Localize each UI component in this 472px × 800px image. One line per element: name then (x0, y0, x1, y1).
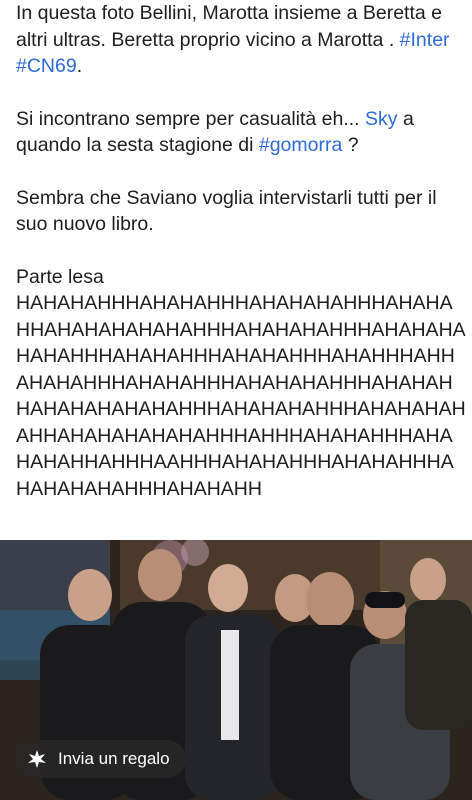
hashtag-cn69[interactable]: #CN69 (16, 55, 77, 77)
gift-icon (26, 748, 48, 770)
sky-link[interactable]: Sky (365, 108, 398, 130)
send-gift-label: Invia un regalo (58, 749, 170, 768)
post-text: In questa foto Bellini, Marotta insieme … (16, 0, 466, 502)
post-paragraph-2: Si incontrano sempre per casualità eh...… (16, 106, 466, 159)
send-gift-button[interactable]: Invia un regalo (14, 740, 186, 778)
post-text-1a: In questa foto Bellini, Marotta insieme … (16, 2, 442, 51)
post-text-laugh: HAHAHAHHHAHAHAHHHAHAHAHAHHHAHAHAHHAHAHAH… (16, 292, 466, 500)
post-paragraph-1: In questa foto Bellini, Marotta insieme … (16, 0, 466, 80)
hashtag-gomorra[interactable]: #gomorra (259, 134, 342, 156)
post-paragraph-4: Parte lesa HAHAHAHHHAHAHAHHHAHAHAHAHHHAH… (16, 264, 466, 503)
post-text-parte-lesa: Parte lesa (16, 265, 104, 288)
post-text-1-end: . (76, 55, 83, 77)
post-text-2-end: ? (342, 134, 359, 156)
post-paragraph-3: Sembra che Saviano voglia intervistarli … (16, 186, 437, 236)
hashtag-inter[interactable]: #Inter (400, 29, 450, 51)
post-text-2a: Si incontrano sempre per casualità eh... (16, 107, 366, 130)
